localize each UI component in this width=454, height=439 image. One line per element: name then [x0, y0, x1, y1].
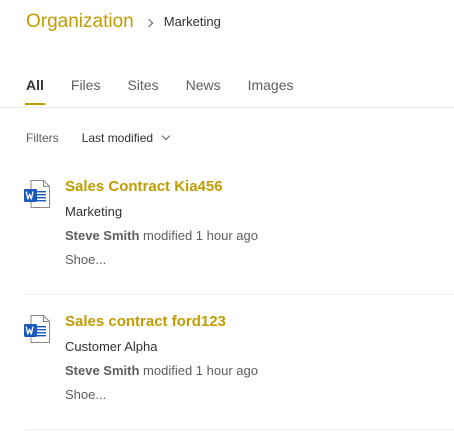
breadcrumb-organization-link[interactable]: Organization: [26, 10, 134, 34]
last-modified-label: Last modified: [81, 131, 154, 145]
tab-files[interactable]: Files: [63, 74, 109, 108]
result-site: Customer Alpha: [65, 339, 158, 354]
filters-bar: Filters Last modified: [26, 131, 171, 145]
tabs-divider: [0, 107, 454, 108]
tab-all[interactable]: All: [18, 74, 52, 108]
breadcrumb: Organization Marketing: [26, 10, 221, 34]
result-title-link[interactable]: Sales Contract Kia456: [65, 177, 258, 197]
result-tabs: All Files Sites News Images: [18, 74, 313, 108]
chevron-down-icon: [161, 131, 171, 141]
result-divider: [26, 294, 454, 295]
result-divider: [26, 429, 454, 430]
result-modified: modified 1 hour ago: [143, 363, 258, 378]
result-author: Steve Smith: [65, 363, 140, 378]
search-results-page: Organization Marketing All Files Sites N…: [0, 0, 454, 439]
tab-sites[interactable]: Sites: [119, 74, 166, 108]
last-modified-dropdown[interactable]: Last modified: [81, 131, 171, 145]
result-snippet: Shoe...: [65, 252, 107, 267]
result-title-link[interactable]: Sales contract ford123: [65, 312, 258, 332]
result-author: Steve Smith: [65, 228, 140, 243]
filters-label: Filters: [26, 131, 59, 145]
result-body: Sales contract ford123 Customer Alpha St…: [65, 312, 258, 404]
tab-news[interactable]: News: [178, 74, 229, 108]
result-meta: Steve Smith modified 1 hour ago: [65, 362, 258, 380]
result-meta: Steve Smith modified 1 hour ago: [65, 227, 258, 245]
chevron-right-icon: [144, 18, 153, 28]
breadcrumb-current: Marketing: [163, 14, 221, 29]
result-snippet: Shoe...: [65, 387, 107, 402]
word-document-icon: [24, 315, 50, 343]
tab-images[interactable]: Images: [240, 74, 302, 108]
result-modified: modified 1 hour ago: [143, 228, 258, 243]
result-site: Marketing: [65, 204, 123, 219]
result-body: Sales Contract Kia456 Marketing Steve Sm…: [65, 177, 258, 269]
word-document-icon: [24, 180, 50, 208]
